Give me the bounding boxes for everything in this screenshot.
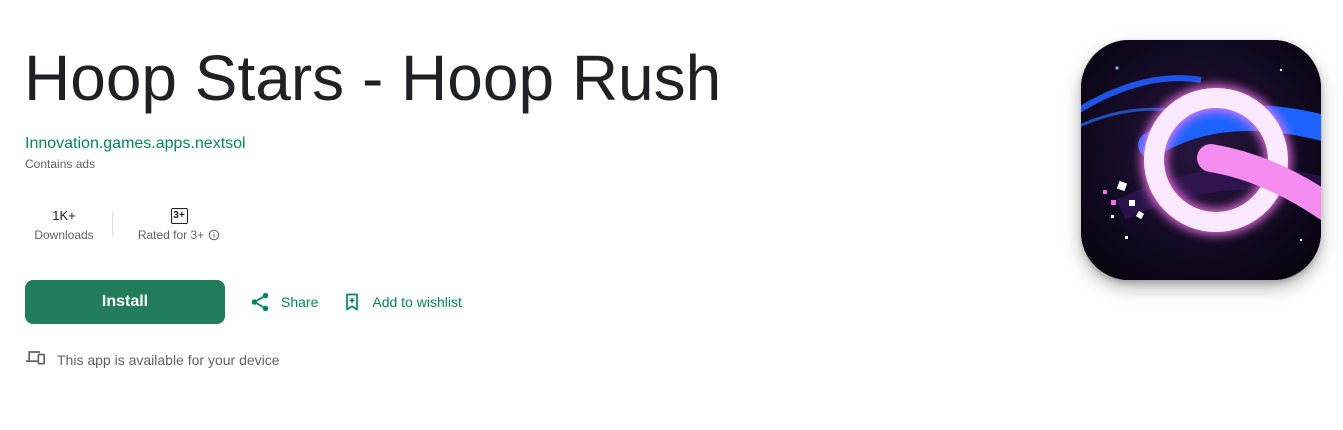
app-stats: 1K+ Downloads 3+ Rated for 3+ (24, 200, 237, 248)
device-note-text: This app is available for your device (57, 351, 280, 368)
share-label: Share (281, 294, 319, 310)
content-rating-row: Rated for 3+ (138, 227, 220, 243)
app-icon (1081, 40, 1321, 280)
downloads-value: 1K+ (52, 208, 76, 223)
share-icon (249, 291, 271, 313)
wishlist-label: Add to wishlist (372, 294, 462, 310)
contains-ads-note: Contains ads (25, 157, 96, 171)
content-rating-value: 3+ (170, 205, 188, 227)
device-availability: This app is available for your device (25, 348, 280, 371)
action-bar: Install Share Add to wishlist (25, 280, 462, 324)
downloads-label: Downloads (34, 228, 94, 242)
bookmark-add-icon (342, 292, 362, 312)
content-rating-label: Rated for 3+ (137, 228, 205, 242)
app-details-header: Hoop Stars - Hoop Rush Innovation.games.… (0, 0, 1343, 430)
install-button[interactable]: Install (25, 280, 225, 324)
content-rating-badge: 3+ (170, 208, 188, 224)
devices-icon (25, 348, 45, 371)
share-button[interactable]: Share (249, 280, 318, 324)
downloads-stat: 1K+ Downloads (24, 205, 104, 243)
app-title: Hoop Stars - Hoop Rush (24, 42, 722, 114)
add-to-wishlist-button[interactable]: Add to wishlist (342, 280, 462, 324)
info-icon[interactable] (208, 229, 220, 241)
content-rating-stat[interactable]: 3+ Rated for 3+ (121, 205, 237, 243)
stat-divider (112, 212, 113, 236)
developer-link[interactable]: Innovation.games.apps.nextsol (25, 134, 246, 154)
